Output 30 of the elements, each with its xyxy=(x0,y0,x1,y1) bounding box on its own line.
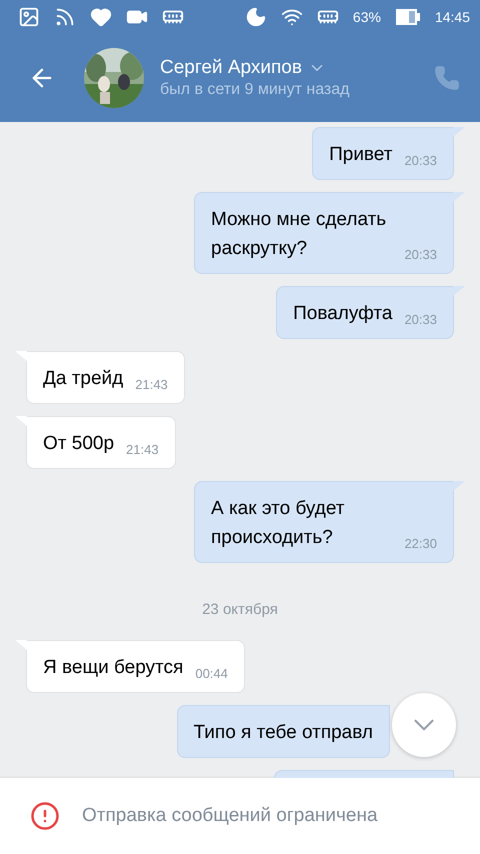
message-time: 20:33 xyxy=(404,313,437,327)
last-seen-status: был в сети 9 минут назад xyxy=(160,81,350,99)
message-text: Можно мне сделать раскрутку? xyxy=(211,209,386,259)
clock-time: 14:45 xyxy=(434,9,470,25)
message-time: 00:44 xyxy=(195,667,228,681)
message-text: А как это будет происходить? xyxy=(211,498,345,548)
rss-icon xyxy=(54,6,76,28)
warning-icon xyxy=(30,801,60,831)
message-time: 21:43 xyxy=(135,378,168,392)
image-icon xyxy=(18,6,40,28)
message-time: 22:30 xyxy=(404,537,437,551)
battery-percent: 63% xyxy=(352,9,381,25)
restriction-notice: Отправка сообщений ограничена xyxy=(82,805,378,827)
scroll-down-button[interactable] xyxy=(392,693,456,757)
message-text: Я вещи берутся xyxy=(43,657,184,678)
contact-name[interactable]: Сергей Архипов xyxy=(160,57,434,79)
moon-icon xyxy=(244,6,267,28)
message-text: Типо я тебе отправл xyxy=(194,722,373,743)
battery-icon xyxy=(394,8,421,26)
message-text: От 500р xyxy=(43,433,114,454)
message-time: 21:43 xyxy=(126,443,159,457)
message-text: Да трейд xyxy=(43,368,124,389)
message-time: 20:33 xyxy=(404,248,437,262)
phone-icon[interactable] xyxy=(434,65,460,91)
date-separator: 23 октября xyxy=(202,601,278,618)
message-time: 20:33 xyxy=(404,154,437,168)
outgoing-message[interactable]: Типо я тебе отправл xyxy=(176,705,390,758)
heart-icon xyxy=(90,6,112,28)
message-text: Привет xyxy=(329,144,392,165)
message-text: Повалуфта xyxy=(293,303,392,324)
